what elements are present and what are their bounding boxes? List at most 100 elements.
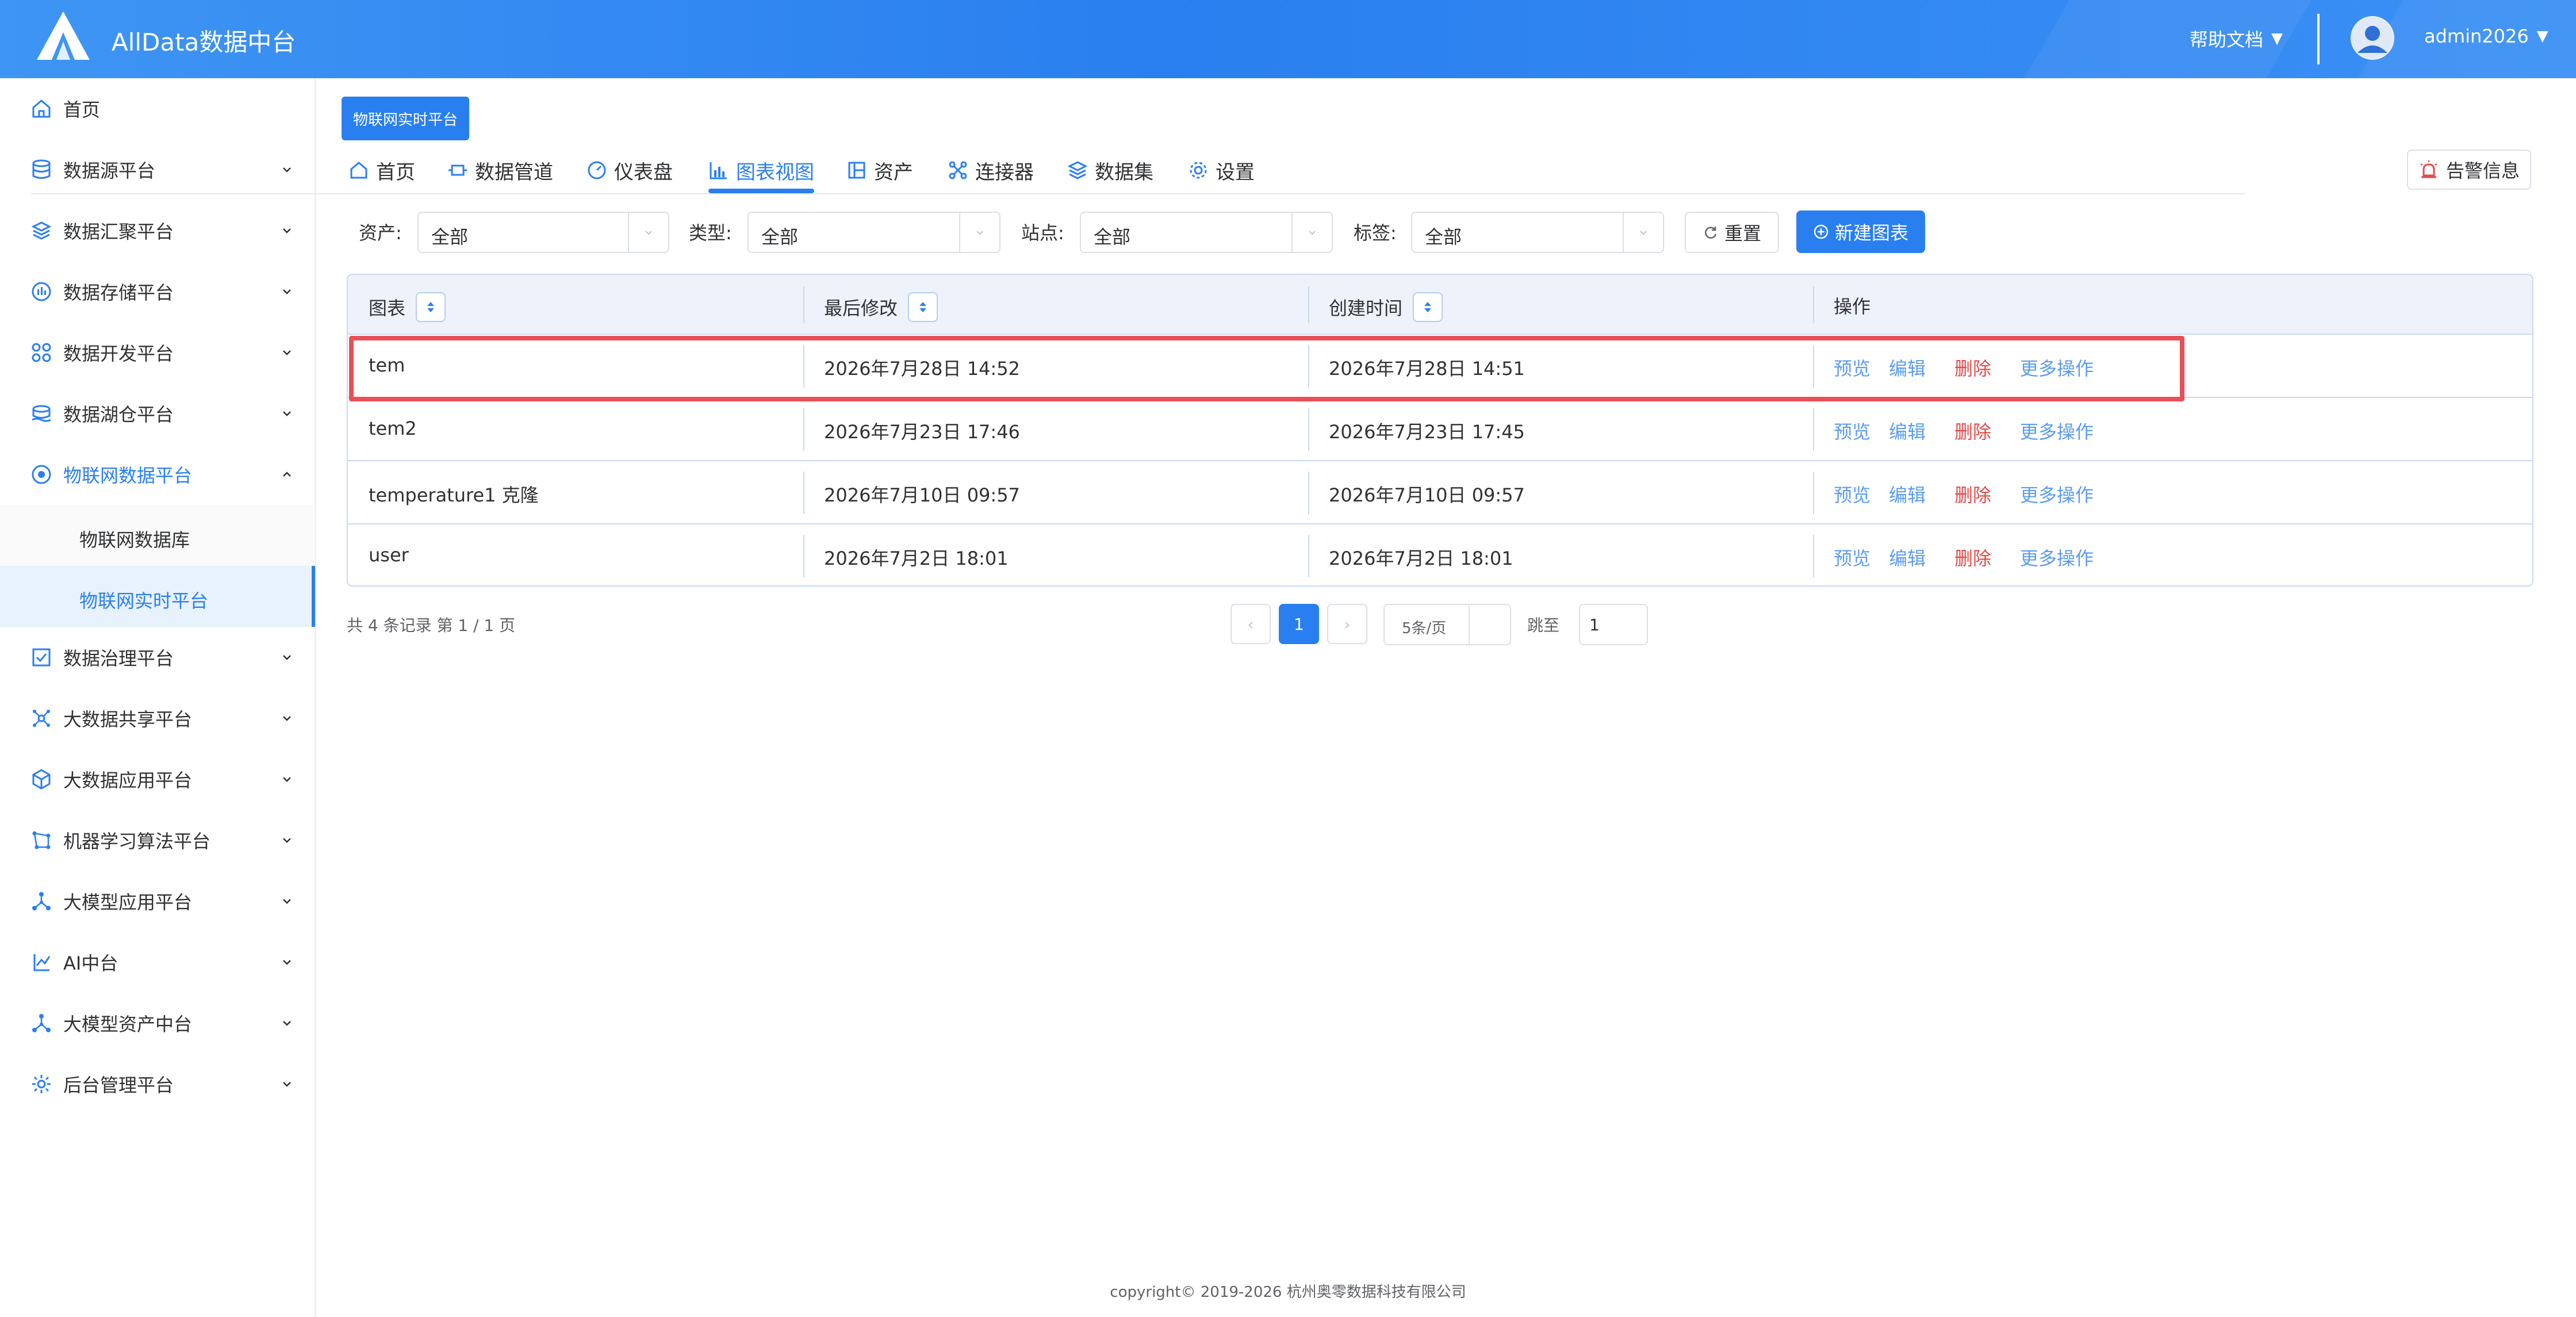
platform-tag[interactable]: 物联网实时平台	[342, 97, 470, 140]
sort-icon[interactable]	[908, 292, 938, 322]
chart-name[interactable]: user	[369, 544, 409, 566]
chevron-down-icon	[283, 838, 291, 843]
tab-dashboard[interactable]: 仪表盘	[586, 147, 673, 193]
asset-filter-label: 资产:	[359, 222, 402, 244]
iot-icon	[32, 465, 51, 484]
help-docs-menu[interactable]: 帮助文档 ▼	[2190, 25, 2283, 52]
avatar[interactable]	[2351, 16, 2394, 60]
site-select-value: 全部	[1094, 226, 1131, 248]
preview-link[interactable]: 预览	[1834, 481, 1870, 507]
sidebar-item-application[interactable]: 大数据应用平台	[0, 749, 315, 810]
alarm-button[interactable]: 告警信息	[2407, 150, 2531, 190]
tabs-underline	[31, 193, 2245, 194]
sidebar-item-home[interactable]: 首页	[0, 78, 315, 139]
sidebar-item-ml[interactable]: 机器学习算法平台	[0, 810, 315, 871]
preview-link[interactable]: 预览	[1834, 544, 1870, 571]
delete-link[interactable]: 删除	[1954, 418, 1991, 444]
checklist-icon	[32, 648, 51, 667]
page-size-select[interactable]: 5条/页	[1383, 604, 1511, 645]
sidebar-item-label: 物联网实时平台	[79, 590, 209, 612]
preview-link[interactable]: 预览	[1834, 418, 1870, 444]
edit-link[interactable]: 编辑	[1889, 418, 1926, 444]
tab-settings[interactable]: 设置	[1188, 147, 1255, 193]
delete-link[interactable]: 删除	[1954, 481, 1991, 507]
column-separator	[803, 286, 804, 323]
type-filter-label: 类型:	[689, 222, 732, 244]
type-select[interactable]: 全部	[747, 212, 1000, 253]
asset-select[interactable]: 全部	[417, 212, 669, 253]
modified-time: 2026年7月23日 17:46	[824, 421, 1020, 443]
sidebar: 首页 数据源平台 数据汇聚平台 数据存储平台 数据开发平台 数据湖仓平台 物联网…	[0, 78, 316, 1317]
logo-icon	[37, 12, 90, 60]
delete-link[interactable]: 删除	[1954, 354, 1991, 381]
tab-assets[interactable]: 资产	[846, 147, 913, 193]
chart-name[interactable]: tem2	[369, 418, 417, 439]
column-header-modified: 最后修改	[824, 292, 938, 322]
tab-pipeline[interactable]: 数据管道	[447, 147, 553, 193]
sidebar-item-iot[interactable]: 物联网数据平台	[0, 444, 315, 505]
sidebar-item-label: 数据治理平台	[63, 648, 174, 669]
tab-chart-view[interactable]: 图表视图	[708, 147, 814, 193]
sidebar-item-llm-app[interactable]: 大模型应用平台	[0, 871, 315, 932]
more-actions-link[interactable]: 更多操作	[2020, 544, 2094, 571]
sidebar-item-admin[interactable]: 后台管理平台	[0, 1054, 315, 1115]
preview-link[interactable]: 预览	[1834, 354, 1870, 381]
tag-filter-label: 标签:	[1354, 222, 1397, 244]
table-header: 图表 最后修改 创建时间 操作	[348, 275, 2532, 335]
sidebar-subitem-iot-realtime[interactable]: 物联网实时平台	[0, 566, 315, 627]
chevron-down-icon	[283, 960, 291, 965]
chevron-down-icon	[283, 899, 291, 904]
sidebar-item-sharing[interactable]: 大数据共享平台	[0, 688, 315, 749]
edit-link[interactable]: 编辑	[1889, 481, 1926, 507]
sidebar-item-governance[interactable]: 数据治理平台	[0, 627, 315, 688]
column-header-chart: 图表	[369, 292, 446, 322]
chevron-down-icon	[283, 1021, 291, 1026]
column-separator	[1813, 286, 1814, 323]
page-number-button[interactable]: 1	[1279, 604, 1319, 644]
sidebar-item-aggregation[interactable]: 数据汇聚平台	[0, 200, 315, 261]
prev-page-button[interactable]: ‹	[1230, 604, 1271, 644]
algorithm-icon	[32, 831, 51, 849]
chevron-down-icon	[283, 228, 291, 233]
sidebar-item-datasource[interactable]: 数据源平台	[0, 139, 315, 200]
tab-datasets[interactable]: 数据集	[1067, 147, 1153, 193]
table-row: tem2 2026年7月23日 17:46 2026年7月23日 17:45 预…	[348, 398, 2532, 461]
sidebar-item-storage[interactable]: 数据存储平台	[0, 261, 315, 322]
sidebar-item-ai[interactable]: AI中台	[0, 932, 315, 993]
column-header-label: 图表	[369, 297, 406, 319]
asset-icon	[848, 162, 865, 179]
tab-home[interactable]: 首页	[348, 147, 415, 193]
delete-link[interactable]: 删除	[1954, 544, 1991, 571]
storage-icon	[32, 282, 51, 301]
sidebar-item-llm-assets[interactable]: 大模型资产中台	[0, 993, 315, 1054]
next-page-button[interactable]: ›	[1327, 604, 1367, 644]
reset-button[interactable]: 重置	[1685, 212, 1779, 253]
sort-icon[interactable]	[416, 292, 446, 322]
page-size-value: 5条/页	[1402, 620, 1447, 637]
sidebar-item-label: 后台管理平台	[63, 1074, 174, 1096]
chevron-down-icon	[283, 350, 291, 355]
sidebar-item-development[interactable]: 数据开发平台	[0, 322, 315, 383]
chevron-down-icon	[283, 716, 291, 721]
sidebar-item-lakehouse[interactable]: 数据湖仓平台	[0, 383, 315, 444]
sidebar-subitem-iot-database[interactable]: 物联网数据库	[0, 505, 315, 566]
user-menu[interactable]: admin2026 ▼	[2424, 25, 2548, 47]
sort-icon[interactable]	[1413, 292, 1443, 322]
edit-link[interactable]: 编辑	[1889, 354, 1926, 381]
jump-page-input[interactable]	[1579, 604, 1648, 645]
chart-name[interactable]: tem	[369, 354, 405, 376]
more-actions-link[interactable]: 更多操作	[2020, 354, 2094, 381]
chart-name[interactable]: temperature1 克隆	[369, 481, 539, 507]
network-icon	[32, 1014, 51, 1032]
sidebar-item-label: 数据湖仓平台	[63, 404, 174, 426]
new-chart-button[interactable]: 新建图表	[1796, 210, 1925, 253]
more-actions-link[interactable]: 更多操作	[2020, 481, 2094, 507]
more-actions-link[interactable]: 更多操作	[2020, 418, 2094, 444]
sidebar-item-label: 大数据应用平台	[63, 769, 193, 791]
pagination-total: 共 4 条记录 第 1 / 1 页	[347, 616, 516, 635]
edit-link[interactable]: 编辑	[1889, 544, 1926, 571]
asset-select-value: 全部	[431, 226, 469, 248]
site-select[interactable]: 全部	[1080, 212, 1333, 253]
tab-connectors[interactable]: 连接器	[948, 147, 1034, 193]
tag-select[interactable]: 全部	[1411, 212, 1664, 253]
